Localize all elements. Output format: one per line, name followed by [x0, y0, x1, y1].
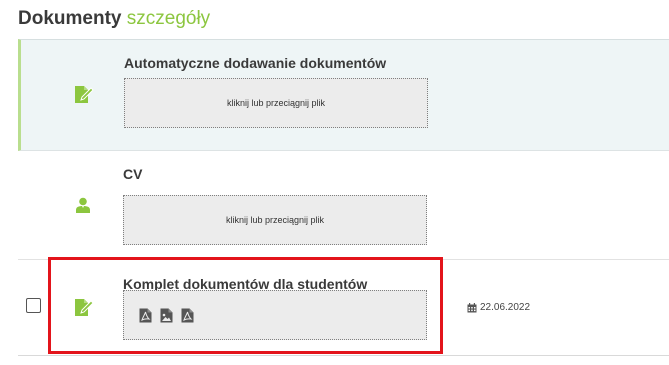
date-value: 22.06.2022 — [480, 302, 531, 313]
dropzone-label: kliknij lub przeciągnij plik — [226, 98, 326, 108]
document-edit-icon — [75, 86, 94, 103]
file-list[interactable] — [123, 290, 427, 340]
pdf-file-icon[interactable] — [139, 308, 152, 323]
row-checkbox[interactable] — [26, 298, 41, 313]
image-file-icon[interactable] — [160, 308, 173, 323]
page-title-main: Dokumenty — [18, 8, 122, 29]
document-title: CV — [123, 166, 143, 182]
document-title: Automatyczne dodawanie dokumentów — [124, 55, 387, 71]
calendar-icon — [467, 302, 477, 312]
file-dropzone[interactable]: kliknij lub przeciągnij plik — [124, 78, 428, 128]
document-row-komplet: Komplet dokumentów dla studentów 22.06.2… — [18, 260, 669, 356]
pdf-file-icon[interactable] — [181, 308, 194, 323]
documents-page: Dokumenty szczegóły Automatyczne dodawan… — [0, 0, 669, 365]
page-title-sub: szczegóły — [126, 8, 211, 29]
user-icon — [76, 197, 90, 213]
document-edit-icon — [75, 299, 94, 316]
page-title: Dokumenty szczegóły — [18, 7, 210, 31]
dropzone-label: kliknij lub przeciągnij plik — [225, 215, 325, 225]
document-row-auto: Automatyczne dodawanie dokumentów klikni… — [18, 39, 669, 151]
file-dropzone[interactable]: kliknij lub przeciągnij plik — [123, 195, 427, 245]
document-row-cv: CV kliknij lub przeciągnij plik — [18, 152, 669, 260]
document-date: 22.06.2022 — [467, 302, 530, 313]
